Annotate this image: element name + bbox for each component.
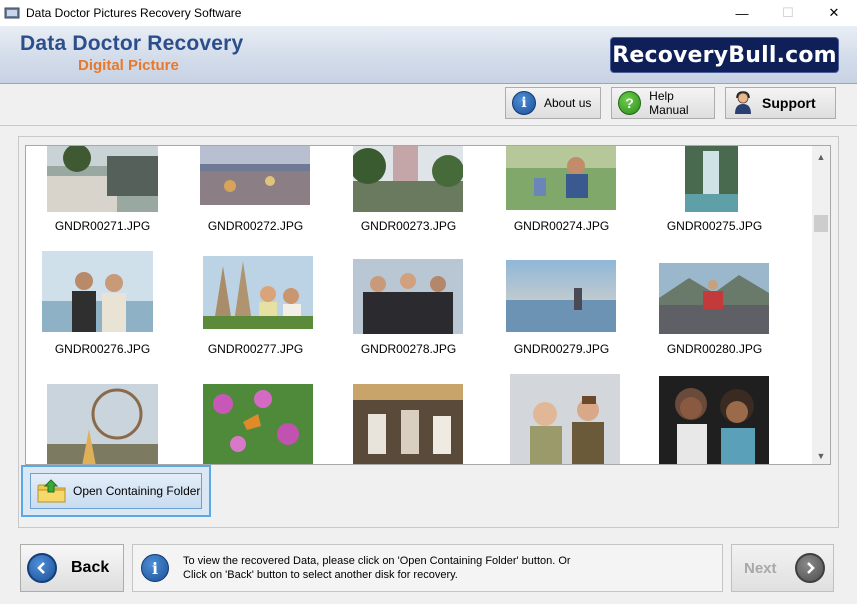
thumbnail-label: GNDR00272.JPG <box>207 219 304 233</box>
thumbnail-image[interactable] <box>659 376 769 465</box>
close-button[interactable]: ✕ <box>811 0 857 26</box>
app-icon <box>4 7 20 19</box>
header-banner: Data Doctor Recovery Digital Picture Rec… <box>0 26 857 84</box>
support-button[interactable]: Support <box>725 87 836 119</box>
info-line-1: To view the recovered Data, please click… <box>183 555 571 567</box>
divider <box>0 125 857 126</box>
thumbnail-label: GNDR00271.JPG <box>54 219 151 233</box>
scroll-up-icon[interactable]: ▲ <box>812 148 830 165</box>
about-us-button[interactable]: i About us <box>505 87 601 119</box>
recoverybull-logo[interactable]: RecoveryBull.com <box>610 37 839 73</box>
scroll-down-icon[interactable]: ▼ <box>812 447 830 464</box>
thumbnail-label: GNDR00273.JPG <box>360 219 457 233</box>
open-folder-focus-frame: Open Containing Folder <box>21 465 211 517</box>
thumbnail-image[interactable] <box>506 260 616 332</box>
about-us-label: About us <box>544 96 592 110</box>
thumbnail-label: GNDR00275.JPG <box>666 219 763 233</box>
thumbnail-gallery[interactable]: GNDR00271.JPG GNDR00272.JPG GNDR00273.JP… <box>25 145 831 465</box>
info-icon: i <box>141 554 169 582</box>
thumbnail-image[interactable] <box>203 256 313 329</box>
thumbnail-image[interactable] <box>353 259 463 334</box>
back-button[interactable]: Back <box>20 544 124 592</box>
info-icon: i <box>512 91 536 115</box>
open-folder-label: Open Containing Folder <box>73 484 201 498</box>
scroll-thumb[interactable] <box>814 215 828 232</box>
thumbnail-label: GNDR00278.JPG <box>360 342 457 356</box>
title-bar: Data Doctor Pictures Recovery Software —… <box>0 0 857 26</box>
thumbnail-image[interactable] <box>42 251 153 332</box>
open-containing-folder-button[interactable]: Open Containing Folder <box>30 473 202 509</box>
thumbnail-image[interactable] <box>47 384 158 465</box>
help-manual-button[interactable]: ? Help Manual <box>611 87 715 119</box>
thumbnail-label: GNDR00276.JPG <box>54 342 151 356</box>
brand-title: Data Doctor Recovery <box>20 32 244 55</box>
thumbnail-image[interactable] <box>506 146 616 210</box>
thumbnail-image[interactable] <box>200 146 310 205</box>
thumbnail-image[interactable] <box>659 263 769 334</box>
maximize-button[interactable]: ☐ <box>765 0 811 26</box>
thumbnail-image[interactable] <box>353 146 463 212</box>
arrow-right-icon <box>794 553 825 583</box>
question-icon: ? <box>618 91 642 115</box>
arrow-left-icon <box>27 553 57 583</box>
support-label: Support <box>762 95 816 111</box>
info-message: i To view the recovered Data, please cli… <box>132 544 723 592</box>
thumbnail-image[interactable] <box>353 384 463 465</box>
gallery-scrollbar[interactable]: ▲ ▼ <box>812 146 830 464</box>
thumbnail-label: GNDR00279.JPG <box>513 342 610 356</box>
brand-subtitle: Digital Picture <box>78 57 179 74</box>
support-person-icon <box>735 91 751 114</box>
thumbnail-image[interactable] <box>203 384 313 465</box>
back-label: Back <box>71 559 110 576</box>
next-button[interactable]: Next <box>731 544 834 592</box>
thumbnail-label: GNDR00274.JPG <box>513 219 610 233</box>
thumbnail-image[interactable] <box>685 146 738 212</box>
folder-icon <box>37 479 66 503</box>
thumbnail-label: GNDR00280.JPG <box>666 342 763 356</box>
thumbnail-label: GNDR00277.JPG <box>207 342 304 356</box>
info-line-2: Click on 'Back' button to select another… <box>183 569 458 581</box>
thumbnail-image[interactable] <box>47 146 158 212</box>
window-title: Data Doctor Pictures Recovery Software <box>26 6 242 20</box>
next-label: Next <box>744 559 777 577</box>
thumbnail-image[interactable] <box>510 374 620 465</box>
minimize-button[interactable]: — <box>719 0 765 26</box>
help-manual-label: Help Manual <box>649 89 689 117</box>
